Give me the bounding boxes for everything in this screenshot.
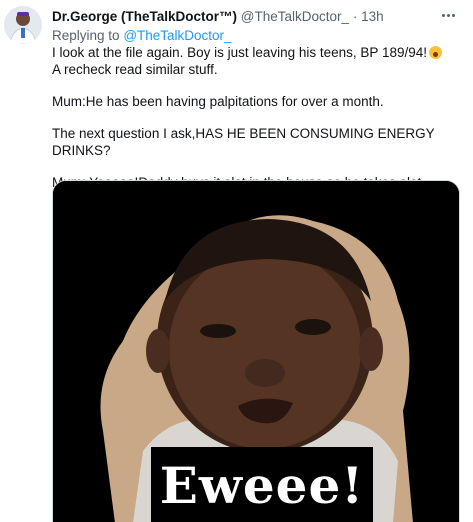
caption-box: Eweee! xyxy=(151,447,373,522)
tweet-text: I look at the file again. Boy is just le… xyxy=(52,44,462,191)
separator-dot: · xyxy=(352,9,358,24)
replying-prefix: Replying to xyxy=(52,28,120,43)
astonished-face-emoji-icon xyxy=(428,46,442,59)
replying-to: Replying to @TheTalkDoctor_ xyxy=(52,27,232,45)
more-horizontal-icon xyxy=(441,13,456,17)
tweet-card[interactable]: Dr.George (TheTalkDoctor™) @TheTalkDocto… xyxy=(0,0,473,522)
tweet-line: Mum:He has been having palpitations for … xyxy=(52,94,384,109)
tweet-line: The next question I ask,HAS HE BEEN CONS… xyxy=(52,126,435,158)
tweet-line: A recheck read similar stuff. xyxy=(52,62,218,77)
tweet-media-gif[interactable]: Eweee! xyxy=(52,180,460,522)
tweet-line: I look at the file again. Boy is just le… xyxy=(52,44,462,61)
replying-handle-link[interactable]: @TheTalkDoctor_ xyxy=(123,28,231,43)
display-name[interactable]: Dr.George (TheTalkDoctor™) xyxy=(52,9,237,24)
user-handle[interactable]: @TheTalkDoctor_ xyxy=(241,9,349,24)
timestamp[interactable]: 13h xyxy=(361,9,384,24)
more-options-button[interactable] xyxy=(437,6,459,24)
media-caption: Eweee! xyxy=(159,455,365,515)
tweet-header: Dr.George (TheTalkDoctor™) @TheTalkDocto… xyxy=(52,8,433,26)
avatar-icon xyxy=(4,6,42,44)
avatar[interactable] xyxy=(4,6,42,44)
